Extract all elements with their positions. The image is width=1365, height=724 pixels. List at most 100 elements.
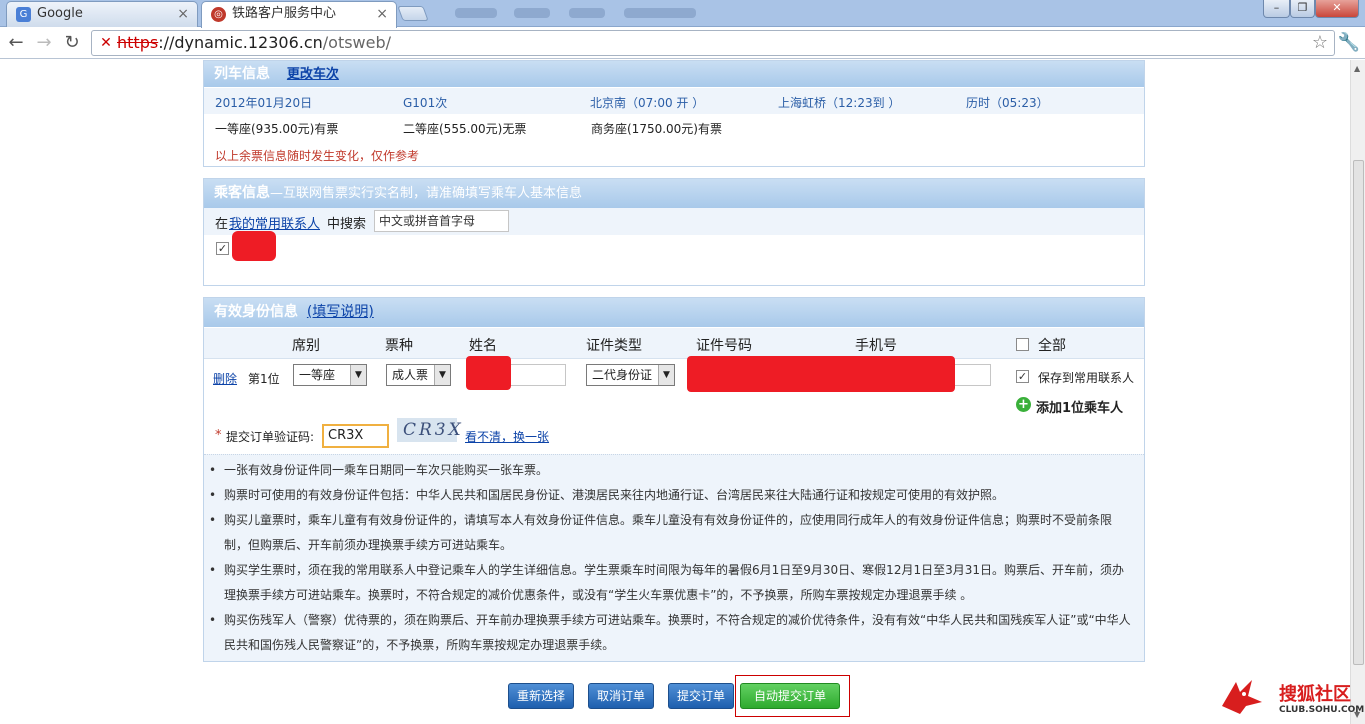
insecure-lock-icon[interactable]: ✕	[98, 34, 114, 51]
blurred-taskbar-item	[514, 8, 550, 18]
reload-icon[interactable]: ↻	[59, 30, 85, 56]
passenger-table-header: 席别 票种 姓名 证件类型 证件号码 手机号 全部	[204, 328, 1144, 359]
trip-duration: 历时（05:23）	[966, 96, 1049, 110]
note-item: 购买学生票时，须在我的常用联系人中登记乘车人的学生详细信息。学生票乘车时间限为每…	[204, 558, 1134, 608]
passenger-checkbox[interactable]: ✓	[216, 242, 229, 255]
passenger-info-header: 乘客信息—互联网售票实行实名制，请准确填写乘车人基本信息	[204, 179, 1144, 208]
passenger-info-subtitle: —互联网售票实行实名制，请准确填写乘车人基本信息	[270, 186, 583, 201]
train-info-title: 列车信息	[214, 66, 270, 82]
contact-search-input[interactable]: 中文或拼音首字母	[374, 210, 509, 232]
blurred-taskbar-item	[569, 8, 605, 18]
redacted-id-and-phone	[687, 356, 955, 392]
close-tab-icon[interactable]: ×	[376, 2, 388, 26]
fill-help-link[interactable]: (填写说明)	[307, 304, 374, 320]
col-seat-class: 席别	[292, 338, 320, 354]
wrench-icon[interactable]: 🔧	[1336, 30, 1362, 56]
redacted-name	[466, 356, 511, 390]
availability-notice: 以上余票信息随时发生变化，仅作参考	[215, 149, 420, 163]
chevron-down-icon: ▼	[658, 365, 674, 385]
passenger-position: 第1位	[248, 372, 280, 386]
blurred-taskbar-item	[624, 8, 696, 18]
select-all-label: 全部	[1038, 338, 1066, 354]
col-ticket-type: 票种	[385, 338, 413, 354]
watermark-domain: CLUB.SOHU.COM	[1279, 705, 1365, 715]
forward-arrow-icon[interactable]: →	[31, 30, 57, 56]
seat-availability: 二等座(555.00元)无票	[403, 122, 527, 136]
url-host: ://dynamic.12306.cn	[158, 33, 323, 52]
url-text[interactable]: https://dynamic.12306.cn/otsweb/	[117, 33, 391, 53]
save-contact-checkbox[interactable]: ✓	[1016, 370, 1029, 383]
required-asterisk: *	[215, 428, 222, 443]
tab-railway[interactable]: ◎ 铁路客户服务中心 ×	[201, 1, 397, 28]
train-number: G101次	[403, 96, 448, 110]
search-suffix: 中搜索	[327, 217, 367, 232]
note-item: 购买伤残军人（警察）优待票的，须在购票后、开车前办理换票手续方可进站乘车。换票时…	[204, 608, 1134, 658]
tab-title: 铁路客户服务中心	[232, 6, 337, 21]
note-item: 购买儿童票时，乘车儿童有有效身份证件的，请填写本人有效身份证件信息。乘车儿童没有…	[204, 508, 1134, 558]
google-favicon-icon: G	[16, 7, 31, 22]
back-arrow-icon[interactable]: ←	[3, 30, 29, 56]
url-path: /otsweb/	[322, 33, 392, 52]
note-item: 购票时可使用的有效身份证件包括：中华人民共和国居民身份证、港澳居民来往内地通行证…	[204, 483, 1134, 508]
scrollbar-thumb[interactable]	[1353, 160, 1364, 665]
col-id-number: 证件号码	[696, 338, 752, 354]
captcha-label: 提交订单验证码:	[226, 430, 315, 444]
id-type-select[interactable]: 二代身份证 ▼	[586, 364, 675, 386]
scroll-up-icon[interactable]: ▲	[1354, 64, 1360, 73]
purchase-notes: 一张有效身份证件同一乘车日期同一车次只能购买一张车票。 购票时可使用的有效身份证…	[204, 454, 1144, 661]
seat-class-value: 一等座	[299, 368, 336, 382]
address-bar[interactable]: ✕ https://dynamic.12306.cn/otsweb/ ☆	[91, 30, 1335, 56]
chevron-down-icon: ▼	[434, 365, 450, 385]
chevron-down-icon: ▼	[350, 365, 366, 385]
contact-search-row: 在 我的常用联系人 中搜索 中文或拼音首字母	[204, 208, 1144, 235]
refresh-captcha-link[interactable]: 看不清，换一张	[465, 428, 549, 445]
train-summary-row: 2012年01月20日 G101次 北京南（07:00 开 ） 上海虹桥（12:…	[204, 88, 1144, 114]
url-protocol: https	[117, 33, 159, 52]
add-icon[interactable]: +	[1016, 397, 1031, 412]
change-train-link[interactable]: 更改车次	[287, 67, 339, 82]
tab-google[interactable]: G Google ×	[6, 1, 198, 27]
highlight-box	[735, 675, 850, 717]
tab-title: Google	[37, 6, 83, 21]
maximize-button[interactable]: ❐	[1290, 0, 1315, 18]
submit-order-button[interactable]: 提交订单	[668, 683, 734, 709]
vertical-scrollbar[interactable]: ▲ ▼	[1350, 60, 1365, 724]
cancel-order-button[interactable]: 取消订单	[588, 683, 654, 709]
seat-availability: 商务座(1750.00元)有票	[591, 122, 722, 136]
col-phone: 手机号	[855, 338, 897, 354]
delete-passenger-link[interactable]: 删除	[213, 370, 237, 387]
railway-favicon-icon: ◎	[211, 7, 226, 22]
watermark-brand: 搜狐社区	[1279, 684, 1351, 705]
id-info-title: 有效身份信息	[214, 304, 298, 320]
arrival-station: 上海虹桥（12:23到 ）	[778, 96, 901, 110]
reselect-button[interactable]: 重新选择	[508, 683, 574, 709]
departure-station: 北京南（07:00 开 ）	[590, 96, 705, 110]
seat-class-select[interactable]: 一等座 ▼	[293, 364, 367, 386]
new-tab-button[interactable]	[397, 6, 429, 21]
blurred-taskbar-item	[455, 8, 497, 18]
col-id-type: 证件类型	[586, 338, 642, 354]
frequent-contacts-link[interactable]: 我的常用联系人	[229, 213, 320, 232]
ticket-type-select[interactable]: 成人票 ▼	[386, 364, 451, 386]
captcha-input[interactable]: CR3X	[322, 424, 389, 448]
save-contact-label: 保存到常用联系人	[1038, 371, 1135, 385]
minimize-button[interactable]: –	[1263, 0, 1290, 18]
id-info-panel: 有效身份信息 (填写说明) 席别 票种 姓名 证件类型 证件号码 手机号 全部 …	[203, 297, 1145, 662]
id-type-value: 二代身份证	[592, 368, 653, 382]
note-item: 一张有效身份证件同一乘车日期同一车次只能购买一张车票。	[204, 458, 1134, 483]
close-tab-icon[interactable]: ×	[177, 2, 189, 26]
close-window-button[interactable]: ✕	[1315, 0, 1359, 18]
train-info-header: 列车信息 更改车次	[204, 61, 1144, 87]
sohu-fox-logo-icon	[1218, 676, 1264, 716]
id-info-header: 有效身份信息 (填写说明)	[204, 298, 1144, 327]
select-all-checkbox[interactable]	[1016, 338, 1029, 351]
add-passenger-link[interactable]: 添加1位乘车人	[1036, 397, 1123, 416]
passenger-info-title: 乘客信息	[214, 185, 270, 201]
col-name: 姓名	[469, 338, 497, 354]
captcha-image: CR3X	[397, 418, 461, 442]
travel-date: 2012年01月20日	[215, 96, 313, 110]
passenger-info-panel: 乘客信息—互联网售票实行实名制，请准确填写乘车人基本信息 在 我的常用联系人 中…	[203, 178, 1145, 286]
bookmark-star-icon[interactable]: ☆	[1312, 31, 1328, 55]
ticket-type-value: 成人票	[392, 368, 429, 382]
tab-strip: G Google × ◎ 铁路客户服务中心 × – ❐ ✕	[0, 0, 1365, 28]
